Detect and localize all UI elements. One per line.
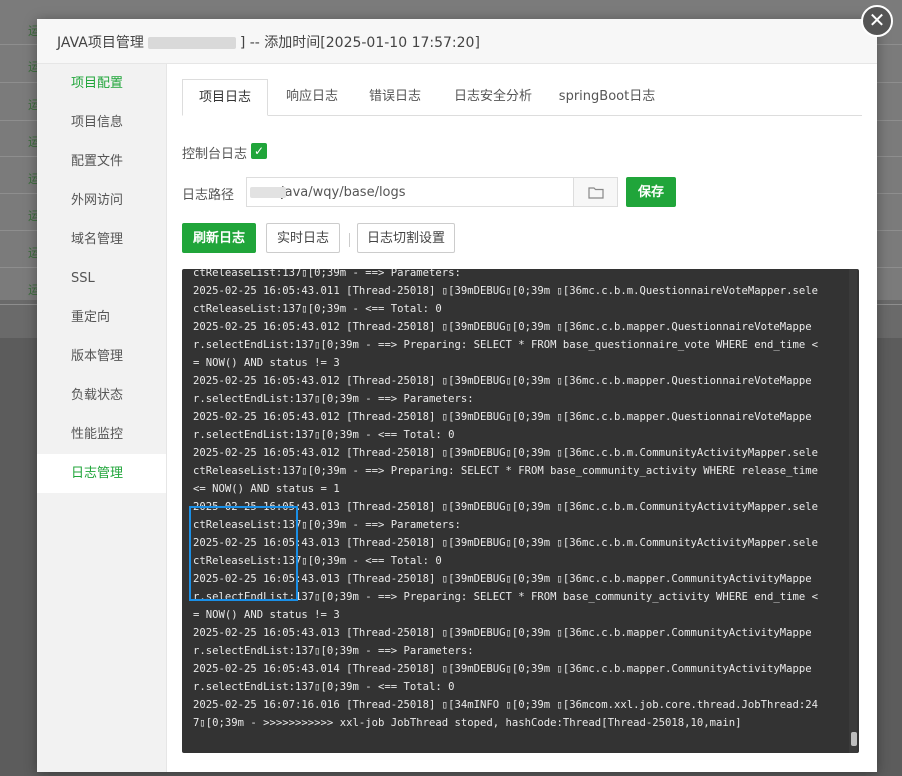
tab-project-log[interactable]: 项目日志 bbox=[182, 79, 268, 116]
log-line: ctReleaseList:137▯[0;39m - ==> Preparing… bbox=[193, 465, 819, 477]
log-line: 2025-02-25 16:05:43.013 [Thread-25018] ▯… bbox=[193, 573, 812, 585]
log-cut-settings-button[interactable]: 日志切割设置 bbox=[357, 223, 455, 253]
button-separator bbox=[349, 233, 350, 247]
side-item-config-file[interactable]: 配置文件 bbox=[37, 142, 166, 181]
log-line: r.selectEndList:137▯[0;39m - <== Total: … bbox=[193, 681, 455, 693]
console-scrollbar-thumb[interactable] bbox=[851, 732, 857, 746]
side-item-version-management[interactable]: 版本管理 bbox=[37, 337, 166, 376]
log-line: r.selectEndList:137▯[0;39m - ==> Prepari… bbox=[193, 591, 819, 603]
log-line: 2025-02-25 16:05:43.011 [Thread-25018] ▯… bbox=[193, 285, 819, 297]
log-line: 2025-02-25 16:05:43.012 [Thread-25018] ▯… bbox=[193, 375, 812, 387]
log-line: ctReleaseList:137▯[0;39m - ==> Parameter… bbox=[193, 519, 461, 531]
folder-icon bbox=[588, 187, 604, 199]
log-line: = NOW() AND status != 3 bbox=[193, 357, 340, 369]
log-line: r.selectEndList:137▯[0;39m - ==> Paramet… bbox=[193, 645, 474, 657]
log-line: r.selectEndList:137▯[0;39m - ==> Prepari… bbox=[193, 339, 819, 351]
side-item-redirect[interactable]: 重定向 bbox=[37, 298, 166, 337]
save-button[interactable]: 保存 bbox=[626, 177, 676, 207]
folder-select-button[interactable] bbox=[574, 177, 618, 207]
log-line: 2025-02-25 16:05:43.014 [Thread-25018] ▯… bbox=[193, 663, 812, 675]
log-line: 7▯[0;39m - >>>>>>>>>>> xxl-job JobThread… bbox=[193, 717, 742, 729]
dialog-title: JAVA项目管理 ] -- 添加时间[2025-01-10 17:57:20] bbox=[57, 32, 480, 52]
log-line: 2025-02-25 16:05:43.012 [Thread-25018] ▯… bbox=[193, 447, 819, 459]
side-menu: 项目配置 项目信息 配置文件 外网访问 域名管理 SSL 重定向 版本管理 负载… bbox=[37, 64, 167, 772]
side-item-external-access[interactable]: 外网访问 bbox=[37, 181, 166, 220]
dialog-header: JAVA项目管理 ] -- 添加时间[2025-01-10 17:57:20] bbox=[37, 19, 877, 64]
tab-springboot-log[interactable]: springBoot日志 bbox=[552, 79, 662, 114]
project-dialog: JAVA项目管理 ] -- 添加时间[2025-01-10 17:57:20] 项… bbox=[37, 19, 877, 772]
side-item-ssl[interactable]: SSL bbox=[37, 259, 166, 298]
log-path-label: 日志路径 bbox=[182, 188, 235, 203]
log-lines: ctReleaseList:137▯[0;39m - ==> Parameter… bbox=[193, 269, 843, 732]
log-line: ctReleaseList:137▯[0;39m - ==> Parameter… bbox=[193, 269, 461, 279]
side-item-performance-monitor[interactable]: 性能监控 bbox=[37, 415, 166, 454]
dialog-title-suffix: ] -- 添加时间[2025-01-10 17:57:20] bbox=[239, 35, 480, 51]
console-scrollbar-track[interactable] bbox=[849, 269, 857, 753]
redacted-project-name bbox=[147, 37, 236, 49]
console-log-checkbox[interactable]: ✓ bbox=[251, 143, 267, 159]
tab-error-log[interactable]: 错误日志 bbox=[355, 79, 435, 114]
redacted-path-prefix bbox=[250, 187, 286, 198]
log-line: 2025-02-25 16:05:43.012 [Thread-25018] ▯… bbox=[193, 411, 812, 423]
log-line: ctReleaseList:137▯[0;39m - <== Total: 0 bbox=[193, 555, 442, 567]
log-line: 2025-02-25 16:07:16.016 [Thread-25018] ▯… bbox=[193, 699, 819, 711]
log-line: 2025-02-25 16:05:43.013 [Thread-25018] ▯… bbox=[193, 537, 819, 549]
dialog-title-prefix: JAVA项目管理 bbox=[57, 35, 144, 51]
log-path-input[interactable] bbox=[246, 177, 574, 207]
log-line: 2025-02-25 16:05:43.013 [Thread-25018] ▯… bbox=[193, 627, 812, 639]
side-item-load-status[interactable]: 负载状态 bbox=[37, 376, 166, 415]
tab-log-security-analysis[interactable]: 日志安全分析 bbox=[444, 79, 542, 114]
log-line: ctReleaseList:137▯[0;39m - <== Total: 0 bbox=[193, 303, 442, 315]
log-line: 2025-02-25 16:05:43.012 [Thread-25018] ▯… bbox=[193, 321, 812, 333]
side-item-project-info[interactable]: 项目信息 bbox=[37, 103, 166, 142]
log-line: <= NOW() AND status = 1 bbox=[193, 483, 340, 495]
log-line: r.selectEndList:137▯[0;39m - ==> Paramet… bbox=[193, 393, 474, 405]
side-item-domain-management[interactable]: 域名管理 bbox=[37, 220, 166, 259]
log-tabs: 项目日志 响应日志 错误日志 日志安全分析 springBoot日志 bbox=[182, 79, 862, 116]
refresh-log-button[interactable]: 刷新日志 bbox=[182, 223, 256, 253]
console-log-label: 控制台日志 bbox=[182, 147, 248, 162]
log-line: 2025-02-25 16:05:43.013 [Thread-25018] ▯… bbox=[193, 501, 819, 513]
side-item-project-config[interactable]: 项目配置 bbox=[37, 64, 166, 103]
tab-response-log[interactable]: 响应日志 bbox=[272, 79, 352, 114]
log-line: = NOW() AND status != 3 bbox=[193, 609, 340, 621]
log-line: r.selectEndList:137▯[0;39m - <== Total: … bbox=[193, 429, 455, 441]
log-console[interactable]: ctReleaseList:137▯[0;39m - ==> Parameter… bbox=[182, 269, 859, 753]
side-item-log-management[interactable]: 日志管理 bbox=[37, 454, 166, 493]
close-icon[interactable]: ✕ bbox=[861, 5, 893, 37]
realtime-log-button[interactable]: 实时日志 bbox=[266, 223, 340, 253]
